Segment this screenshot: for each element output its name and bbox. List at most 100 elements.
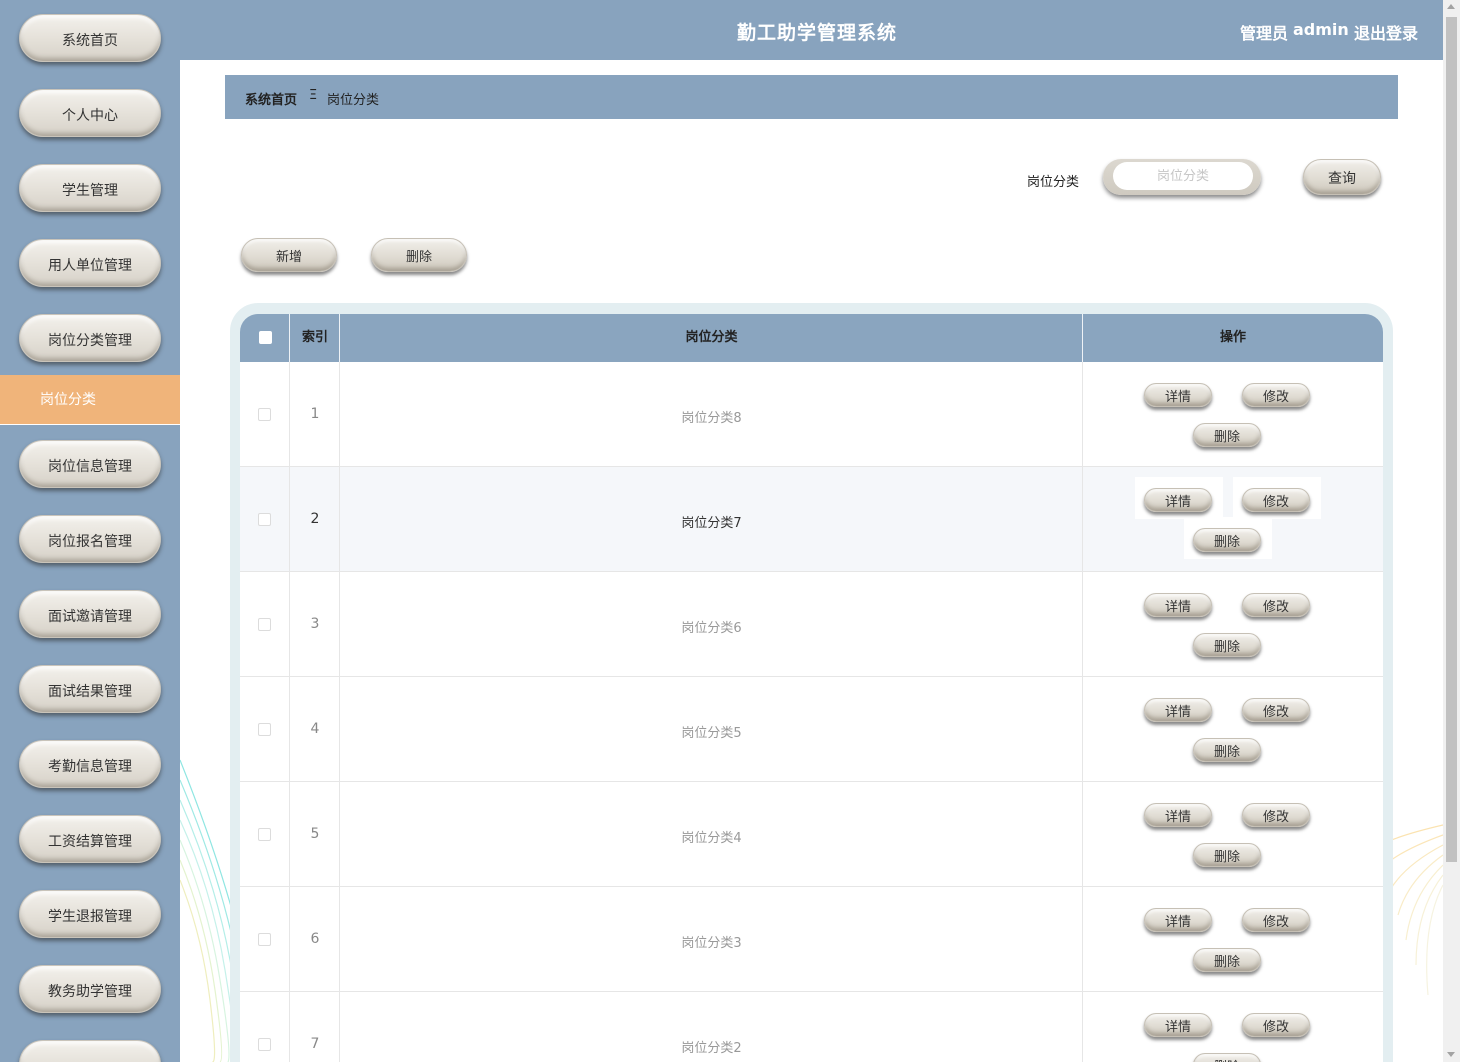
sidebar-item-employers[interactable]: 用人单位管理 xyxy=(0,225,180,300)
sidebar-item-label[interactable]: 用人单位管理 xyxy=(19,239,161,287)
table-header: 索引 岗位分类 操作 xyxy=(240,314,1383,362)
search-input[interactable] xyxy=(1113,162,1253,190)
sidebar-item-label[interactable]: 面试结果管理 xyxy=(19,665,161,713)
sidebar-item-withdrawal[interactable]: 学生退报管理 xyxy=(0,876,180,951)
sidebar-item-label[interactable]: 教务助学管理 xyxy=(19,965,161,1013)
scroll-down-arrow-icon[interactable] xyxy=(1447,1052,1455,1057)
edit-button[interactable]: 修改 xyxy=(1242,908,1310,932)
detail-button[interactable]: 详情 xyxy=(1144,803,1212,827)
row-checkbox[interactable] xyxy=(258,408,271,421)
row-delete-button[interactable]: 删除 xyxy=(1193,423,1261,447)
edit-button[interactable]: 修改 xyxy=(1242,593,1310,617)
sidebar-item-label[interactable]: 个人中心 xyxy=(19,89,161,137)
search-input-wrapper xyxy=(1103,159,1261,195)
sidebar-item-profile[interactable]: 个人中心 xyxy=(0,75,180,150)
detail-button[interactable]: 详情 xyxy=(1144,593,1212,617)
row-delete-button[interactable]: 删除 xyxy=(1193,843,1261,867)
row-checkbox[interactable] xyxy=(258,828,271,841)
row-category: 岗位分类7 xyxy=(681,516,742,531)
sidebar-item-label[interactable]: 面试邀请管理 xyxy=(19,590,161,638)
sidebar-item-label[interactable]: 系统首页 xyxy=(19,14,161,62)
edit-button[interactable]: 修改 xyxy=(1242,803,1310,827)
sidebar-item-label[interactable]: ... xyxy=(19,1040,161,1062)
breadcrumb-separator-icon: Ξ xyxy=(309,88,318,103)
detail-button[interactable]: 详情 xyxy=(1144,383,1212,407)
sidebar-subitem-job-category[interactable]: 岗位分类 xyxy=(0,375,180,425)
logout-link[interactable]: 退出登录 xyxy=(1354,20,1418,44)
row-index: 2 xyxy=(310,511,320,527)
sidebar-item-salary[interactable]: 工资结算管理 xyxy=(0,801,180,876)
sidebar-item-label[interactable]: 学生管理 xyxy=(19,164,161,212)
breadcrumb: 系统首页 Ξ 岗位分类 xyxy=(225,75,1398,119)
row-category: 岗位分类5 xyxy=(681,726,742,741)
search-label: 岗位分类 xyxy=(1027,175,1080,190)
row-index: 7 xyxy=(310,1036,320,1052)
row-category: 岗位分类6 xyxy=(681,621,742,636)
edit-button[interactable]: 修改 xyxy=(1242,488,1310,512)
column-header-category[interactable]: 岗位分类 xyxy=(340,314,1083,362)
row-category: 岗位分类2 xyxy=(681,1041,742,1056)
sidebar-item-students[interactable]: 学生管理 xyxy=(0,150,180,225)
row-index: 4 xyxy=(310,721,320,737)
table-row[interactable]: 6 岗位分类3 详情 修改 删除 xyxy=(240,887,1383,992)
column-header-index: 索引 xyxy=(301,330,328,345)
sidebar-item-job-category-mgmt[interactable]: 岗位分类管理 xyxy=(0,300,180,375)
sidebar-item-attendance[interactable]: 考勤信息管理 xyxy=(0,726,180,801)
row-delete-button[interactable]: 删除 xyxy=(1193,1053,1261,1062)
query-button[interactable]: 查询 xyxy=(1303,159,1381,195)
scroll-up-arrow-icon[interactable] xyxy=(1447,4,1455,9)
user-role: 管理员 xyxy=(1240,24,1289,43)
add-button[interactable]: 新增 xyxy=(241,238,337,272)
scrollbar-thumb[interactable] xyxy=(1446,17,1457,862)
detail-button[interactable]: 详情 xyxy=(1144,698,1212,722)
sidebar-item-label[interactable]: 岗位信息管理 xyxy=(19,440,161,488)
sidebar-item-job-info[interactable]: 岗位信息管理 xyxy=(0,426,180,501)
row-category: 岗位分类3 xyxy=(681,936,742,951)
row-index: 5 xyxy=(310,826,320,842)
breadcrumb-home[interactable]: 系统首页 xyxy=(245,89,297,108)
row-index: 6 xyxy=(310,931,320,947)
sidebar-item-job-apply[interactable]: 岗位报名管理 xyxy=(0,501,180,576)
column-header-actions: 操作 xyxy=(1219,330,1246,345)
table-row[interactable]: 7 岗位分类2 详情 修改 删除 xyxy=(240,992,1383,1062)
select-all-checkbox[interactable] xyxy=(259,331,272,344)
table-row[interactable]: 4 岗位分类5 详情 修改 删除 xyxy=(240,677,1383,782)
row-delete-button[interactable]: 删除 xyxy=(1193,738,1261,762)
row-checkbox[interactable] xyxy=(258,513,271,526)
row-index: 1 xyxy=(310,406,320,422)
edit-button[interactable]: 修改 xyxy=(1242,698,1310,722)
sidebar-item-label[interactable]: 岗位分类管理 xyxy=(19,314,161,362)
detail-button[interactable]: 详情 xyxy=(1144,488,1212,512)
sidebar-item-interview-invite[interactable]: 面试邀请管理 xyxy=(0,576,180,651)
row-checkbox[interactable] xyxy=(258,618,271,631)
breadcrumb-current: 岗位分类 xyxy=(327,93,380,108)
sidebar-item-label[interactable]: 岗位报名管理 xyxy=(19,515,161,563)
sidebar-item-home[interactable]: 系统首页 xyxy=(0,0,180,75)
table-row[interactable]: 1 岗位分类8 详情 修改 删除 xyxy=(240,362,1383,467)
row-delete-button[interactable]: 删除 xyxy=(1193,948,1261,972)
row-category: 岗位分类4 xyxy=(681,831,742,846)
edit-button[interactable]: 修改 xyxy=(1242,383,1310,407)
detail-button[interactable]: 详情 xyxy=(1144,908,1212,932)
sidebar-item-more[interactable]: ... xyxy=(0,1026,180,1062)
delete-button[interactable]: 删除 xyxy=(371,238,467,272)
row-delete-button[interactable]: 删除 xyxy=(1193,633,1261,657)
table-row[interactable]: 5 岗位分类4 详情 修改 删除 xyxy=(240,782,1383,887)
sidebar-item-interview-result[interactable]: 面试结果管理 xyxy=(0,651,180,726)
sidebar-item-academic-aid[interactable]: 教务助学管理 xyxy=(0,951,180,1026)
row-checkbox[interactable] xyxy=(258,1038,271,1051)
sidebar: 系统首页 个人中心 学生管理 用人单位管理 岗位分类管理 岗位分类 岗位信息管理… xyxy=(0,0,180,1062)
row-delete-button[interactable]: 删除 xyxy=(1193,528,1261,552)
sidebar-item-label[interactable]: 工资结算管理 xyxy=(19,815,161,863)
sidebar-item-label[interactable]: 学生退报管理 xyxy=(19,890,161,938)
detail-button[interactable]: 详情 xyxy=(1144,1013,1212,1037)
row-category: 岗位分类8 xyxy=(681,411,742,426)
edit-button[interactable]: 修改 xyxy=(1242,1013,1310,1037)
table-row[interactable]: 3 岗位分类6 详情 修改 删除 xyxy=(240,572,1383,677)
table-row[interactable]: 2 岗位分类7 详情 修改 删除 xyxy=(240,467,1383,572)
sidebar-item-label[interactable]: 考勤信息管理 xyxy=(19,740,161,788)
app-title: 勤工助学管理系统 xyxy=(737,22,898,44)
row-index: 3 xyxy=(310,616,320,632)
row-checkbox[interactable] xyxy=(258,723,271,736)
row-checkbox[interactable] xyxy=(258,933,271,946)
